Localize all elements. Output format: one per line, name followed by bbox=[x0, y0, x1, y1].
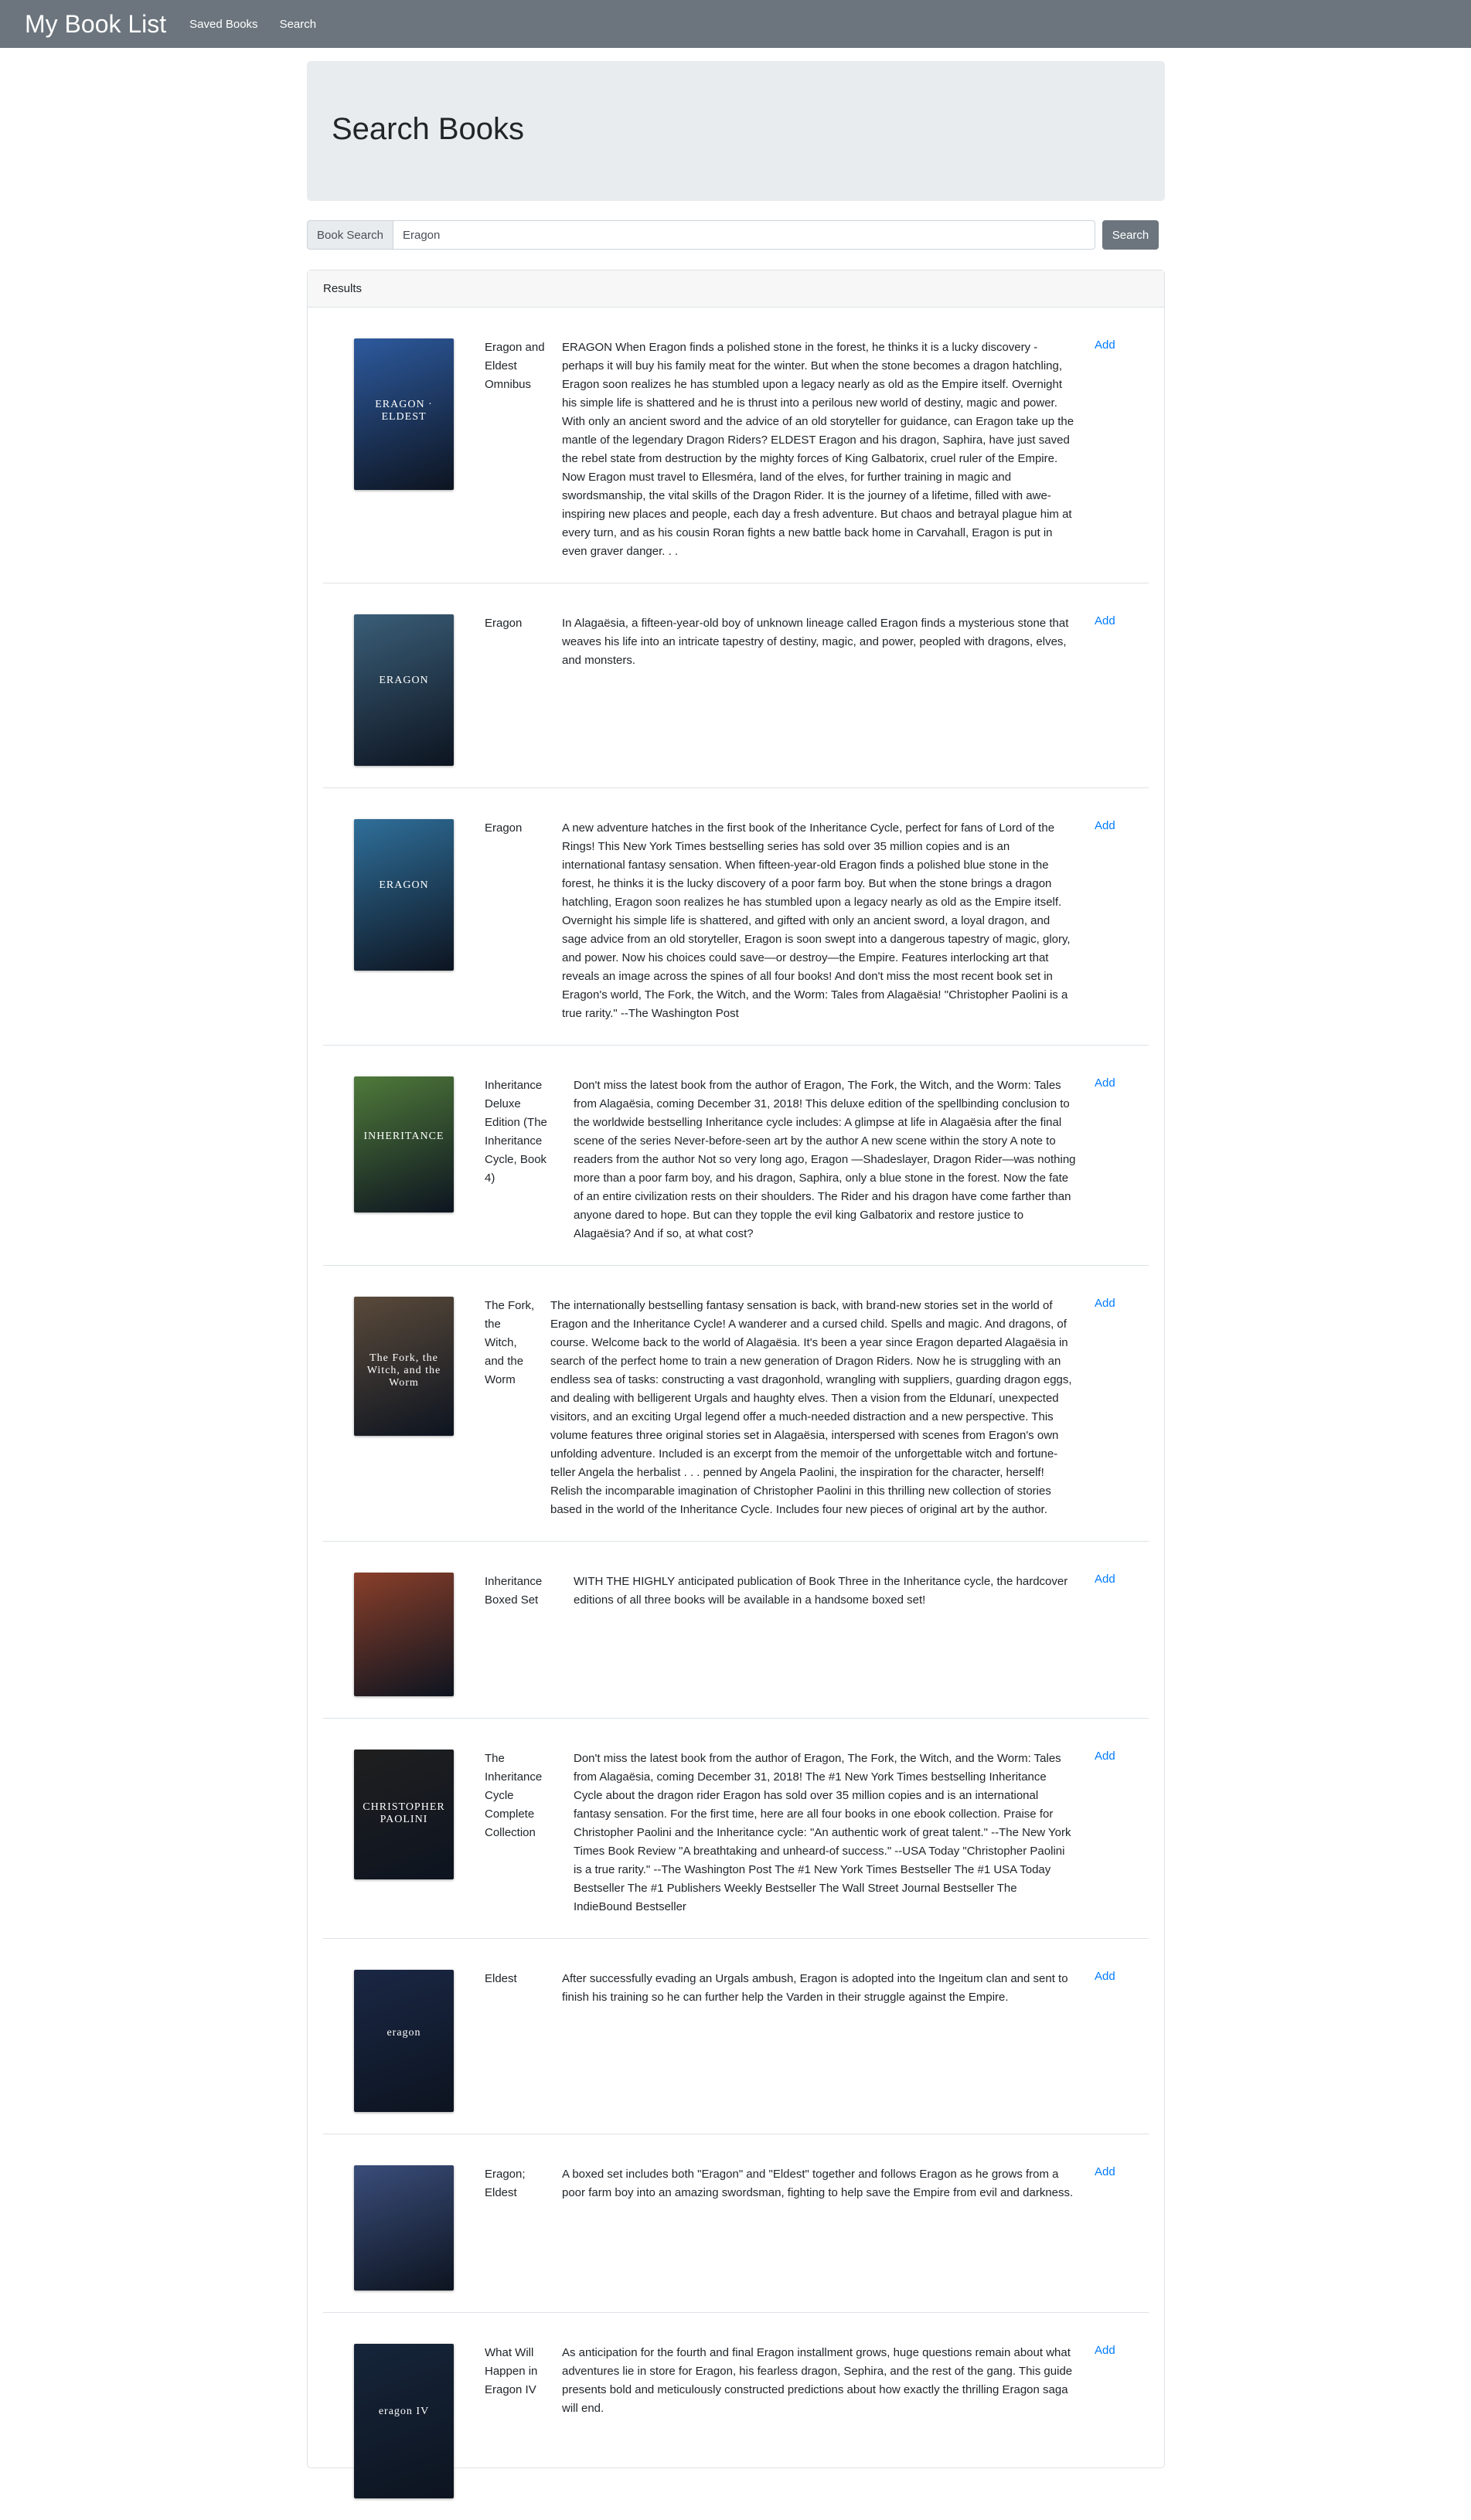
book-title: Inheritance Deluxe Edition (The Inherita… bbox=[485, 1079, 547, 1185]
result-row: eragon Eldest After successfully evading a… bbox=[323, 1939, 1149, 2134]
add-book-link[interactable]: Add bbox=[1095, 1970, 1115, 1983]
cover-column bbox=[323, 2165, 485, 2290]
add-book-link[interactable]: Add bbox=[1095, 2344, 1115, 2357]
result-row: ERAGON · ELDEST Eragon and Eldest Omnibus… bbox=[323, 308, 1149, 583]
search-label: Book Search bbox=[307, 220, 393, 250]
result-row: Inheritance Boxed Set WITH THE HIGHLY ant… bbox=[323, 1542, 1149, 1719]
book-description: Don't miss the latest book from the auth… bbox=[574, 1752, 1071, 1913]
add-column: Add bbox=[1095, 2165, 1149, 2290]
add-book-link[interactable]: Add bbox=[1095, 338, 1115, 352]
brand-link[interactable]: My Book List bbox=[25, 10, 166, 39]
result-row: INHERITANCE Inheritance Deluxe Edition (T… bbox=[323, 1046, 1149, 1266]
results-list: ERAGON · ELDEST Eragon and Eldest Omnibus… bbox=[308, 308, 1164, 2520]
cover-title-text: eragon IV bbox=[378, 2406, 430, 2417]
cover-column: ERAGON bbox=[323, 614, 485, 766]
cover-title-text: The Fork, the Witch, and the Worm bbox=[366, 1352, 441, 1389]
book-title: Eragon and Eldest Omnibus bbox=[485, 341, 545, 391]
cover-column bbox=[323, 1573, 485, 1696]
cover-column: The Fork, the Witch, and the Worm bbox=[323, 1297, 485, 1519]
add-column: Add bbox=[1095, 1970, 1149, 2112]
book-title: Eragon bbox=[485, 617, 523, 630]
book-cover-image bbox=[354, 1573, 454, 1696]
book-title: The Inheritance Cycle Complete Collectio… bbox=[485, 1752, 543, 1839]
book-cover-image bbox=[354, 2165, 454, 2290]
result-row: CHRISTOPHER PAOLINI The Inheritance Cycle… bbox=[323, 1719, 1149, 1939]
book-description: As anticipation for the fourth and final… bbox=[562, 2346, 1073, 2415]
results-header: Results bbox=[308, 270, 1164, 308]
cover-title-text: eragon bbox=[386, 2026, 421, 2039]
cover-column: eragon IV bbox=[323, 2344, 485, 2498]
cover-column: INHERITANCE bbox=[323, 1076, 485, 1243]
add-book-link[interactable]: Add bbox=[1095, 819, 1115, 832]
nav-search[interactable]: Search bbox=[280, 18, 317, 31]
book-cover-image: eragon bbox=[354, 1970, 454, 2112]
add-book-link[interactable]: Add bbox=[1095, 1297, 1115, 1310]
page-header: Search Books bbox=[307, 61, 1165, 201]
add-column: Add bbox=[1095, 338, 1149, 561]
cover-column: CHRISTOPHER PAOLINI bbox=[323, 1750, 485, 1916]
result-row: Eragon; Eldest A boxed set includes both … bbox=[323, 2134, 1149, 2313]
results-card: Results ERAGON · ELDEST Eragon and Eldest… bbox=[307, 270, 1165, 2498]
book-cover-image: ERAGON · ELDEST bbox=[354, 338, 454, 490]
cover-title-text: ERAGON · ELDEST bbox=[375, 399, 433, 423]
cover-column: ERAGON · ELDEST bbox=[323, 338, 485, 561]
search-button[interactable]: Search bbox=[1102, 220, 1159, 250]
add-book-link[interactable]: Add bbox=[1095, 614, 1115, 627]
book-title: Inheritance Boxed Set bbox=[485, 1575, 543, 1607]
add-book-link[interactable]: Add bbox=[1095, 1076, 1115, 1090]
book-description: A boxed set includes both "Eragon" and "… bbox=[562, 2168, 1074, 2199]
result-row: The Fork, the Witch, and the Worm The For… bbox=[323, 1266, 1149, 1542]
book-description: In Alagaësia, a fifteen-year-old boy of … bbox=[562, 617, 1069, 667]
add-book-link[interactable]: Add bbox=[1095, 1750, 1115, 1763]
book-description: The internationally bestselling fantasy … bbox=[550, 1299, 1072, 1516]
page-title: Search Books bbox=[332, 112, 525, 146]
search-form: Book Search Search bbox=[307, 220, 1165, 250]
add-column: Add bbox=[1095, 1297, 1149, 1519]
book-cover-image: CHRISTOPHER PAOLINI bbox=[354, 1750, 454, 1879]
cover-column: eragon bbox=[323, 1970, 485, 2112]
navbar: My Book List Saved Books Search bbox=[0, 0, 1471, 48]
cover-title-text: ERAGON bbox=[379, 675, 429, 687]
search-input[interactable] bbox=[393, 220, 1095, 250]
cover-title-text: INHERITANCE bbox=[363, 1131, 444, 1143]
add-book-link[interactable]: Add bbox=[1095, 1573, 1115, 1586]
nav-saved-books[interactable]: Saved Books bbox=[189, 18, 257, 31]
book-description: Don't miss the latest book from the auth… bbox=[574, 1079, 1076, 1240]
add-column: Add bbox=[1095, 1573, 1149, 1696]
book-description: WITH THE HIGHLY anticipated publication … bbox=[574, 1575, 1068, 1607]
cover-title-text: ERAGON bbox=[379, 879, 429, 892]
cover-column: ERAGON bbox=[323, 819, 485, 1023]
book-title: The Fork, the Witch, and the Worm bbox=[485, 1299, 535, 1386]
add-book-link[interactable]: Add bbox=[1095, 2165, 1115, 2178]
result-row: eragon IV What Will Happen in Eragon IV As… bbox=[323, 2313, 1149, 2520]
book-description: After successfully evading an Urgals amb… bbox=[562, 1972, 1068, 2004]
add-column: Add bbox=[1095, 2344, 1149, 2498]
add-column: Add bbox=[1095, 614, 1149, 766]
result-row: ERAGON Eragon A new adventure hatches in t… bbox=[323, 788, 1149, 1046]
result-row: ERAGON Eragon In Alagaësia, a fifteen-year… bbox=[323, 583, 1149, 788]
book-description: A new adventure hatches in the first boo… bbox=[562, 821, 1071, 1020]
book-title: Eldest bbox=[485, 1972, 517, 1985]
book-cover-image: ERAGON bbox=[354, 819, 454, 971]
add-column: Add bbox=[1095, 1750, 1149, 1916]
book-cover-image: ERAGON bbox=[354, 614, 454, 766]
book-cover-image: eragon IV bbox=[354, 2344, 454, 2498]
book-title: Eragon bbox=[485, 821, 523, 835]
book-description: ERAGON When Eragon finds a polished ston… bbox=[562, 341, 1074, 558]
book-cover-image: INHERITANCE bbox=[354, 1076, 454, 1212]
book-title: Eragon; Eldest bbox=[485, 2168, 526, 2199]
add-column: Add bbox=[1095, 819, 1149, 1023]
cover-title-text: CHRISTOPHER PAOLINI bbox=[363, 1801, 445, 1826]
book-title: What Will Happen in Eragon IV bbox=[485, 2346, 538, 2396]
add-column: Add bbox=[1095, 1076, 1149, 1243]
book-cover-image: The Fork, the Witch, and the Worm bbox=[354, 1297, 454, 1436]
